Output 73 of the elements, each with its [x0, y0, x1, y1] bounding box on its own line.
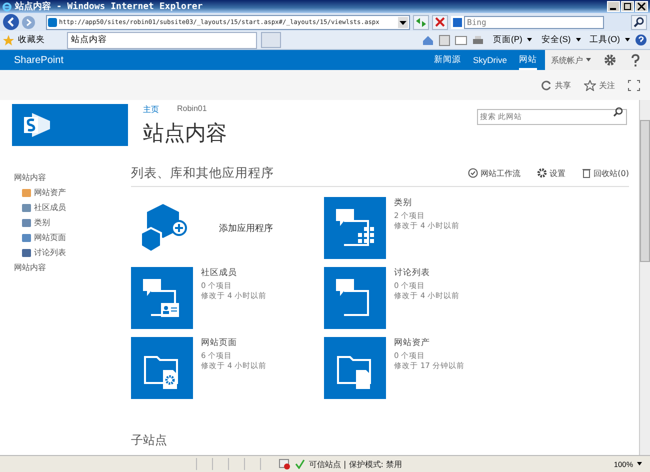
suite-link[interactable]: SkyDrive [472, 50, 507, 70]
toolbar-link[interactable]: 回收站(0) [594, 168, 629, 178]
mail-icon[interactable] [455, 36, 468, 44]
settings-icon[interactable] [604, 54, 616, 66]
section-heading: 子站点 [131, 432, 168, 449]
caret-icon [625, 38, 630, 42]
printer-icon[interactable] [472, 35, 484, 45]
app-title[interactable]: 类别 [394, 197, 460, 209]
toolbar-menu[interactable]: 页面(P) [489, 34, 522, 46]
focus-mode-icon[interactable] [628, 80, 640, 90]
site-icon [48, 18, 57, 26]
home-icon[interactable] [422, 34, 434, 46]
minimize-button[interactable] [607, 1, 620, 12]
app-tile-icon[interactable] [324, 267, 386, 329]
app-title[interactable]: 社区成员 [201, 267, 267, 279]
app-title[interactable]: 网站页面 [201, 337, 267, 349]
nav-link[interactable]: 网站内容 [14, 260, 131, 275]
app-title[interactable]: 讨论列表 [394, 267, 460, 279]
gear-icon [536, 168, 547, 178]
nav-link[interactable]: 类别 [34, 215, 50, 230]
search-engine-icon [453, 18, 462, 26]
stop-button[interactable] [432, 14, 448, 30]
add-app-link[interactable]: 添加应用程序 [219, 197, 273, 259]
dropdown-icon[interactable] [398, 16, 408, 28]
window-title: 站点内容 - Windows Internet Explorer [15, 0, 203, 13]
brand-name: SharePoint [14, 54, 64, 66]
maximize-button[interactable] [621, 1, 634, 12]
app-tile-icon[interactable] [324, 197, 386, 259]
caret-icon [576, 38, 581, 42]
app-tile-icon[interactable] [324, 337, 386, 399]
breadcrumb-link[interactable]: 主页 [143, 104, 159, 115]
search-button[interactable] [631, 14, 647, 30]
section-heading: 列表、库和其他应用程序 [131, 164, 274, 182]
scrollbar[interactable] [639, 100, 650, 455]
check-circle-icon [468, 168, 478, 178]
browser-logo-icon [2, 2, 12, 12]
app-tile-icon[interactable] [131, 267, 193, 329]
caret-icon [527, 38, 532, 42]
refresh-button[interactable] [413, 14, 429, 30]
caret-icon [586, 58, 591, 62]
help-icon[interactable] [631, 54, 640, 66]
user-menu[interactable]: 系统帐户 [551, 54, 583, 66]
nav-link[interactable]: 网站资产 [34, 185, 66, 200]
toolbar-menu[interactable]: 工具(O) [586, 34, 620, 46]
nav-link[interactable]: 网站页面 [34, 230, 66, 245]
help-icon[interactable] [635, 34, 647, 46]
star-icon[interactable] [3, 34, 14, 46]
share-icon [541, 80, 552, 90]
nav-link[interactable]: 讨论列表 [34, 245, 66, 260]
caret-icon [637, 462, 642, 466]
back-button[interactable] [3, 14, 19, 30]
search-field[interactable]: Bing [464, 16, 604, 28]
share-button[interactable]: 共享 [555, 80, 571, 90]
nav-link[interactable]: 网站内容 [14, 170, 131, 185]
breadcrumb-link[interactable]: Robin01 [177, 104, 207, 115]
follow-button[interactable]: 关注 [599, 80, 615, 90]
star-icon [584, 80, 596, 90]
close-button[interactable] [635, 1, 648, 12]
toolbar-link[interactable]: 设置 [550, 168, 566, 178]
toolbar-link[interactable]: 网站工作流 [480, 168, 521, 178]
search-icon[interactable] [613, 107, 623, 117]
check-icon [295, 459, 305, 469]
popup-blocked-icon [279, 458, 291, 470]
app-tile-icon[interactable] [131, 337, 193, 399]
suite-link[interactable]: 新闻源 [434, 50, 461, 70]
favorites-button[interactable]: 收藏夹 [18, 34, 45, 46]
browser-tab[interactable]: 站点内容 [67, 32, 257, 48]
page-title: 站点内容 [143, 120, 227, 147]
trash-icon [582, 168, 591, 178]
security-zone: 可信站点 | 保护模式: 禁用 [309, 458, 402, 470]
nav-link[interactable]: 社区成员 [34, 200, 66, 215]
toolbar-menu[interactable]: 安全(S) [537, 34, 571, 46]
app-title[interactable]: 网站资产 [394, 337, 464, 349]
